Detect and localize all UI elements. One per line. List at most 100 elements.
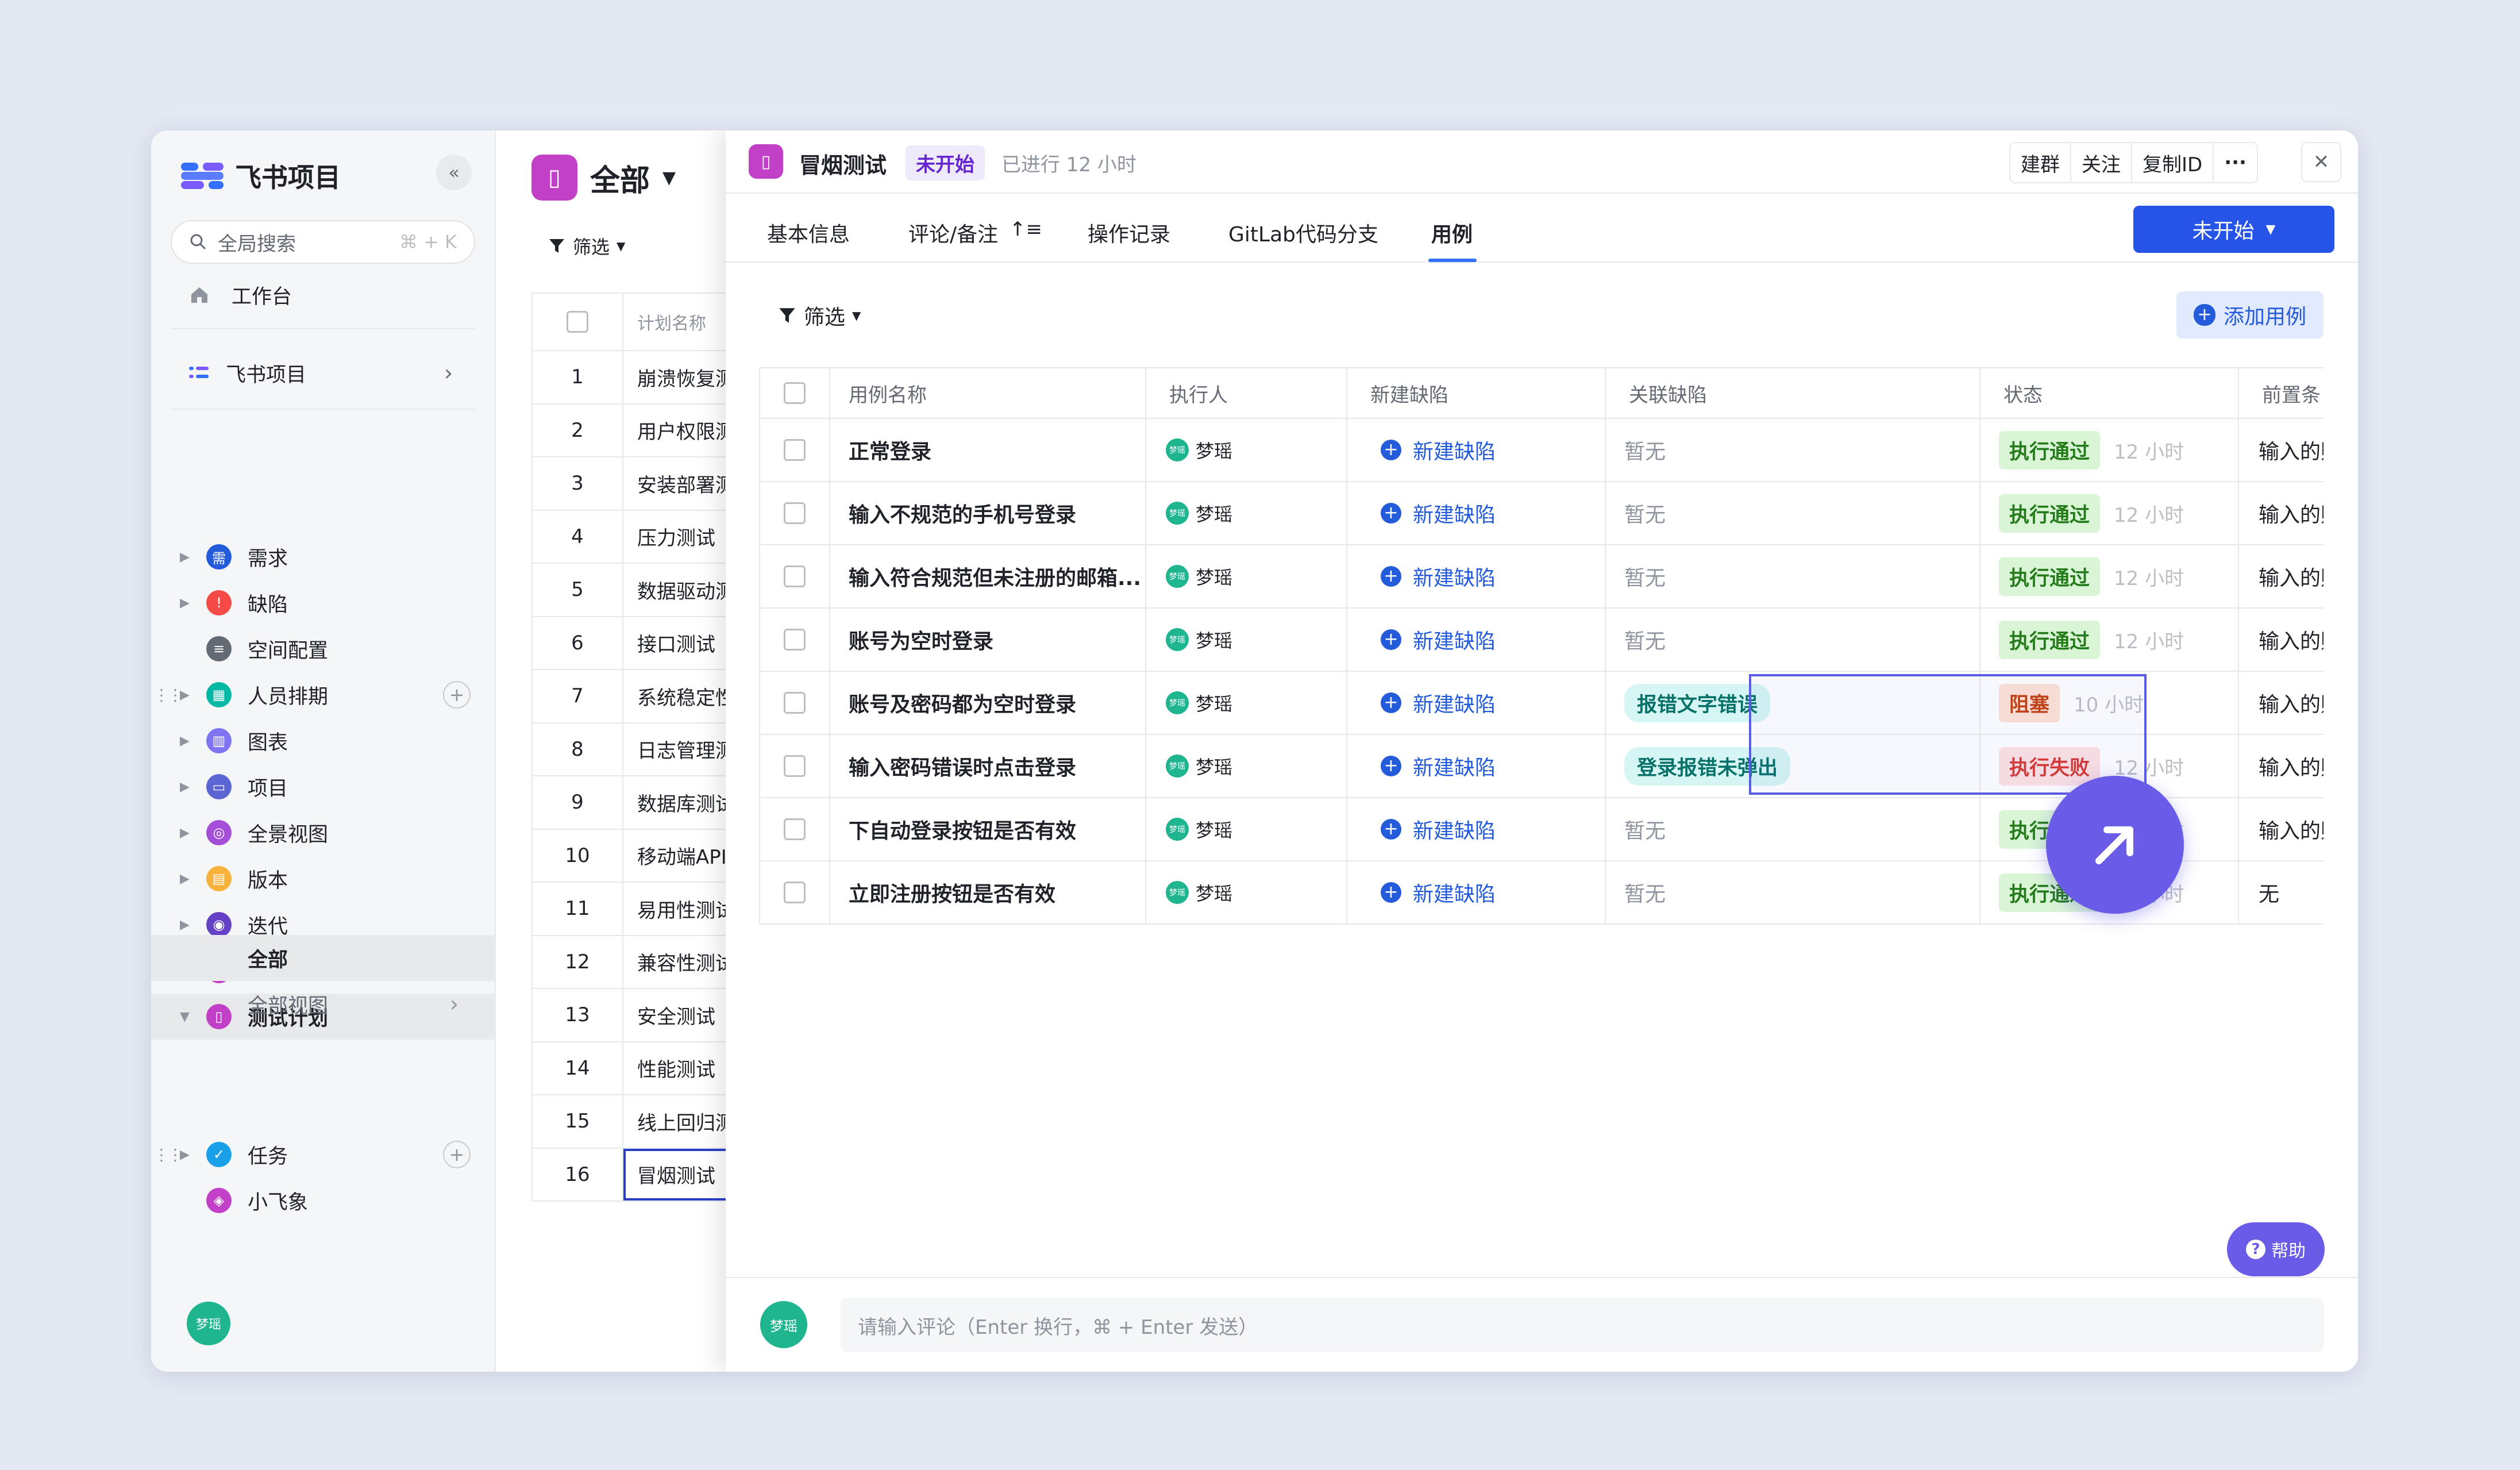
new-defect-cell[interactable]: + 新建缺陷 <box>1347 672 1606 734</box>
more-icon[interactable]: ··· <box>2214 143 2257 182</box>
new-defect-link[interactable]: 新建缺陷 <box>1413 814 1496 844</box>
caret-right-icon[interactable]: ▶ <box>180 550 190 564</box>
sidebar-item-panorama-view[interactable]: ▶ ◎ 全景视图 <box>151 810 496 856</box>
new-defect-cell[interactable]: + 新建缺陷 <box>1347 735 1606 797</box>
row-checkbox[interactable] <box>784 818 806 840</box>
caret-right-icon[interactable]: ▶ <box>180 918 190 932</box>
follow-button[interactable]: 关注 <box>2071 143 2132 182</box>
select-all-cell[interactable] <box>760 368 830 418</box>
open-detail-button[interactable] <box>2046 776 2184 914</box>
sidebar-item-charts[interactable]: ▶ ▥ 图表 <box>151 718 496 764</box>
caret-right-icon[interactable]: ▶ <box>180 780 190 794</box>
new-defect-cell[interactable]: + 新建缺陷 <box>1347 482 1606 544</box>
linked-defect-cell[interactable]: 暂无 <box>1606 545 1980 607</box>
status-cell[interactable]: 执行通过 12 小时 <box>1980 419 2239 481</box>
linked-defect-cell[interactable]: 登录报错未弹出 <box>1606 735 1980 797</box>
assignee-cell[interactable]: 梦瑶 梦瑶 <box>1146 545 1347 607</box>
sidebar-item-little-elephant[interactable]: ◈ 小飞象 <box>151 1177 496 1223</box>
sidebar-item-defects[interactable]: ▶ ! 缺陷 <box>151 580 496 626</box>
row-select-cell[interactable] <box>760 672 830 734</box>
new-defect-cell[interactable]: + 新建缺陷 <box>1347 609 1606 671</box>
linked-defect-cell[interactable]: 暂无 <box>1606 798 1980 860</box>
global-search[interactable]: 全局搜索 ⌘ + K <box>171 220 475 264</box>
table-row[interactable]: 输入不规范的手机号登录 梦瑶 梦瑶 + 新建缺陷 暂无 执行通过 12 小时 输… <box>760 482 2324 545</box>
row-checkbox[interactable] <box>784 692 806 714</box>
table-row[interactable]: 账号为空时登录 梦瑶 梦瑶 + 新建缺陷 暂无 执行通过 12 小时 输入的账 <box>760 609 2324 672</box>
close-icon[interactable]: ✕ <box>2301 142 2341 182</box>
filter-button[interactable]: 筛选 ▼ <box>548 233 625 259</box>
case-name[interactable]: 输入符合规范但未注册的邮箱... <box>830 545 1146 607</box>
status-cell[interactable]: 阻塞 10 小时 <box>1980 672 2239 734</box>
row-select-cell[interactable] <box>760 798 830 860</box>
tab-gitlab-branch[interactable]: GitLab代码分支 <box>1228 218 1378 248</box>
assignee-cell[interactable]: 梦瑶 梦瑶 <box>1146 482 1347 544</box>
new-defect-link[interactable]: 新建缺陷 <box>1413 688 1496 718</box>
linked-defect-cell[interactable]: 报错文字错误 <box>1606 672 1980 734</box>
row-select-cell[interactable] <box>760 482 830 544</box>
sidebar-item-versions[interactable]: ▶ ▤ 版本 <box>151 856 496 902</box>
case-name[interactable]: 下自动登录按钮是否有效 <box>830 798 1146 860</box>
caret-right-icon[interactable]: ▶ <box>180 826 190 840</box>
case-name[interactable]: 账号为空时登录 <box>830 609 1146 671</box>
case-filter-button[interactable]: 筛选 ▼ <box>777 301 861 330</box>
caret-right-icon[interactable]: ▶ <box>180 688 190 702</box>
linked-defect-cell[interactable]: 暂无 <box>1606 861 1980 923</box>
assignee-cell[interactable]: 梦瑶 梦瑶 <box>1146 735 1347 797</box>
select-all-checkbox[interactable] <box>784 382 806 404</box>
case-name[interactable]: 输入不规范的手机号登录 <box>830 482 1146 544</box>
row-select-cell[interactable] <box>760 861 830 923</box>
new-defect-link[interactable]: 新建缺陷 <box>1413 625 1496 655</box>
comment-input[interactable]: 请输入评论（Enter 换行，⌘ + Enter 发送） <box>841 1298 2324 1352</box>
row-select-cell[interactable] <box>760 545 830 607</box>
status-cell[interactable]: 执行通过 12 小时 <box>1980 609 2239 671</box>
sidebar-item-projects[interactable]: ▶ ▭ 项目 <box>151 764 496 810</box>
sidebar-item-tasks[interactable]: ⋮⋮ ▶ ✓ 任务 + <box>151 1132 496 1177</box>
assignee-cell[interactable]: 梦瑶 梦瑶 <box>1146 861 1347 923</box>
sidebar-item-staff-schedule[interactable]: ⋮⋮ ▶ ▦ 人员排期 + <box>151 672 496 718</box>
table-row[interactable]: 输入符合规范但未注册的邮箱... 梦瑶 梦瑶 + 新建缺陷 暂无 执行通过 12… <box>760 545 2324 609</box>
status-cell[interactable]: 执行通过 12 小时 <box>1980 482 2239 544</box>
new-defect-link[interactable]: 新建缺陷 <box>1413 878 1496 907</box>
new-defect-cell[interactable]: + 新建缺陷 <box>1347 545 1606 607</box>
add-icon[interactable]: + <box>443 1141 471 1168</box>
assignee-cell[interactable]: 梦瑶 梦瑶 <box>1146 672 1347 734</box>
tab-cases[interactable]: 用例 <box>1431 218 1473 248</box>
row-checkbox[interactable] <box>784 755 806 777</box>
row-select-cell[interactable] <box>760 609 830 671</box>
new-defect-link[interactable]: 新建缺陷 <box>1413 498 1496 528</box>
new-defect-link[interactable]: 新建缺陷 <box>1413 435 1496 465</box>
linked-defect-tag[interactable]: 登录报错未弹出 <box>1624 746 1791 786</box>
sidebar-item-requirements[interactable]: ▶ 需 需求 <box>151 534 496 580</box>
table-row[interactable]: 正常登录 梦瑶 梦瑶 + 新建缺陷 暂无 执行通过 12 小时 输入的账 <box>760 419 2324 482</box>
sidebar-item-space-config[interactable]: ≡ 空间配置 <box>151 626 496 672</box>
row-checkbox[interactable] <box>784 629 806 651</box>
tab-comments[interactable]: 评论/备注 <box>908 218 998 248</box>
assignee-cell[interactable]: 梦瑶 梦瑶 <box>1146 419 1347 481</box>
case-name[interactable]: 正常登录 <box>830 419 1146 481</box>
status-cell[interactable]: 执行通过 12 小时 <box>1980 545 2239 607</box>
select-all-cell[interactable] <box>533 294 623 350</box>
new-defect-link[interactable]: 新建缺陷 <box>1413 561 1496 591</box>
add-case-button[interactable]: + 添加用例 <box>2176 291 2324 338</box>
sidebar-subitem-all[interactable]: 全部 <box>151 935 496 981</box>
user-avatar[interactable]: 梦瑶 <box>187 1302 230 1345</box>
status-button[interactable]: 未开始 ▼ <box>2133 206 2334 253</box>
linked-defect-cell[interactable]: 暂无 <box>1606 419 1980 481</box>
tab-basic-info[interactable]: 基本信息 <box>767 218 850 248</box>
sidebar-item-workbench[interactable]: 工作台 <box>151 272 496 318</box>
linked-defect-cell[interactable]: 暂无 <box>1606 482 1980 544</box>
drag-handle-icon[interactable]: ⋮⋮ <box>153 1145 183 1164</box>
row-checkbox[interactable] <box>784 502 806 524</box>
view-title[interactable]: ▯ 全部 ▼ <box>531 155 676 201</box>
case-name[interactable]: 立即注册按钮是否有效 <box>830 861 1146 923</box>
assignee-cell[interactable]: 梦瑶 梦瑶 <box>1146 798 1347 860</box>
select-all-checkbox[interactable] <box>567 311 588 333</box>
create-group-button[interactable]: 建群 <box>2010 143 2071 182</box>
row-checkbox[interactable] <box>784 882 806 903</box>
linked-defect-cell[interactable]: 暂无 <box>1606 609 1980 671</box>
collapse-sidebar-button[interactable]: « <box>436 155 472 190</box>
row-select-cell[interactable] <box>760 419 830 481</box>
drag-handle-icon[interactable]: ⋮⋮ <box>153 686 183 705</box>
caret-right-icon[interactable]: ▶ <box>180 1148 190 1162</box>
sidebar-item-project-link[interactable]: 飞书项目 › <box>151 350 496 396</box>
